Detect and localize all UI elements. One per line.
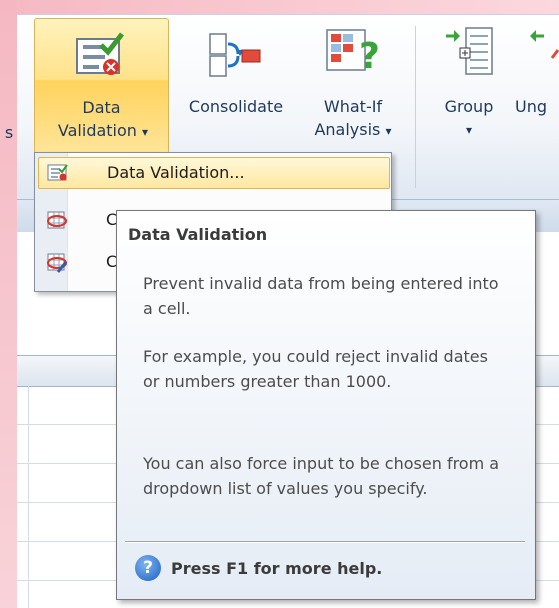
tooltip-description: Prevent invalid data from being entered …: [143, 274, 499, 318]
data-validation-icon: [76, 32, 124, 75]
data-validation-label-2: Validation: [57, 121, 137, 140]
data-validation-icon: [47, 164, 68, 181]
data-validation-tooltip: Data Validation Prevent invalid data fro…: [116, 210, 536, 600]
chevron-down-icon: ▾: [385, 124, 392, 138]
what-if-analysis-button[interactable]: ? What-If Analysis ▾: [303, 18, 403, 152]
tooltip-divider: [125, 541, 525, 543]
ungroup-button[interactable]: Ung: [512, 18, 559, 152]
what-if-label-2: Analysis: [314, 120, 381, 139]
group-icon: [446, 27, 493, 75]
chevron-down-icon: ▾: [465, 123, 473, 137]
group-button[interactable]: Group ▾: [430, 18, 508, 152]
slide-left-border: [0, 0, 17, 608]
tooltip-help-text: Press F1 for more help.: [171, 558, 383, 578]
circle-invalid-data-icon: [47, 211, 67, 229]
menu-item-data-validation[interactable]: Data Validation...: [38, 157, 390, 189]
data-validation-button[interactable]: Data Validation ▾: [34, 18, 169, 154]
tooltip-title: Data Validation: [128, 225, 268, 244]
consolidate-button[interactable]: Consolidate: [172, 18, 300, 152]
tooltip-example: For example, you could reject invalid da…: [143, 347, 488, 391]
ungroup-icon: [530, 30, 559, 59]
help-icon: ?: [135, 555, 161, 581]
group-label: Group: [444, 97, 494, 116]
ribbon-group-separator: [415, 26, 416, 188]
tooltip-help-row: ? Press F1 for more help.: [135, 555, 382, 581]
ribbon-cut-label: s: [4, 123, 14, 142]
clear-validation-circles-icon: [47, 253, 68, 273]
tooltip-dropdown-hint: You can also force input to be chosen fr…: [143, 454, 500, 498]
data-validation-label-1: Data: [82, 98, 121, 117]
what-if-label-1: What-If: [323, 97, 383, 116]
consolidate-label: Consolidate: [188, 97, 284, 116]
ungroup-label: Ung: [515, 97, 548, 116]
grid-col-line: [28, 385, 29, 608]
slide-top-border: [0, 0, 559, 14]
menu-item-label: Data Validation...: [107, 163, 245, 182]
svg-text:?: ?: [359, 36, 380, 77]
consolidate-icon: [209, 33, 261, 77]
chevron-down-icon: ▾: [142, 125, 149, 139]
what-if-analysis-icon: ?: [326, 29, 380, 77]
